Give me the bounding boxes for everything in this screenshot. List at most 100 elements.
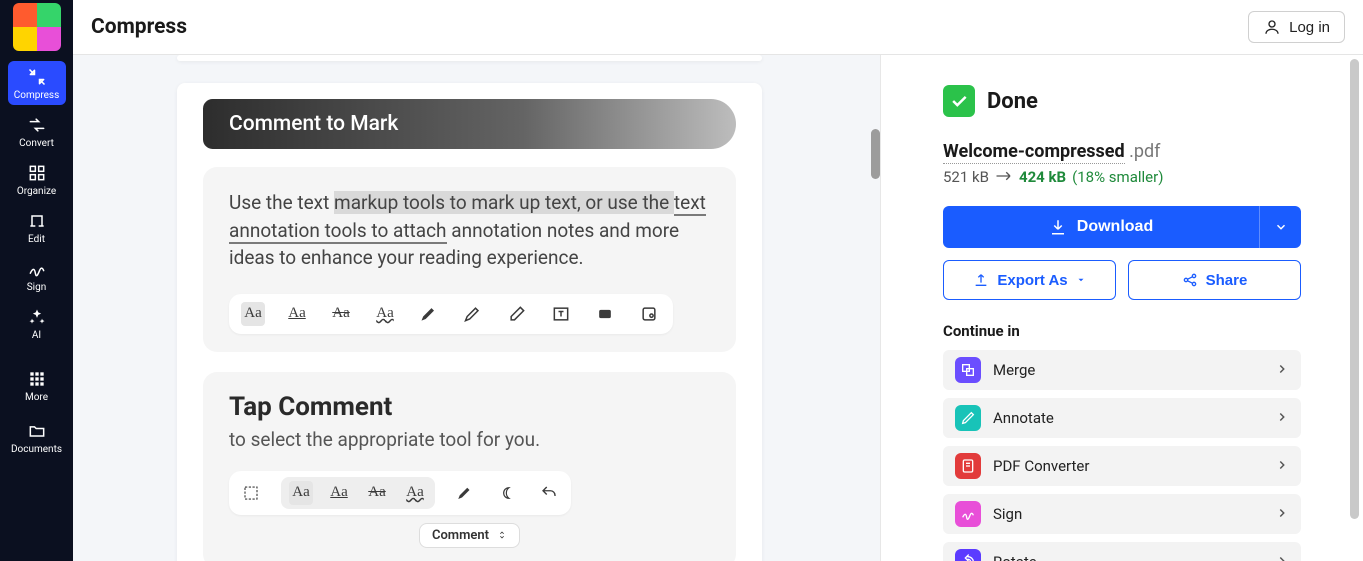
sidebar-item-sign[interactable]: Sign [8,253,66,297]
continue-item-sign[interactable]: Sign [943,494,1301,534]
download-icon [1049,218,1067,236]
chevron-down-icon [1274,220,1288,234]
download-label: Download [1077,218,1153,236]
done-label: Done [987,89,1038,114]
continue-label: PDF Converter [993,457,1263,475]
tap-comment-card: Tap Comment to select the appropriate to… [203,372,736,561]
rotate-icon [955,549,981,561]
preview-body-text: Use the text markup tools to mark up tex… [229,189,710,272]
stamp-tool-icon[interactable] [637,302,661,326]
continue-label: Annotate [993,409,1263,427]
page-title: Compress [91,15,187,39]
strikethrough-tool-icon[interactable]: Aa [365,481,389,505]
continue-item-pdf-converter[interactable]: PDF Converter [943,446,1301,486]
sidebar-item-label: Sign [27,282,47,293]
strikethrough-tool-icon[interactable]: Aa [329,302,353,326]
highlight-tool-icon[interactable]: Aa [241,302,265,326]
preview-page: Comment to Mark Use the text markup tool… [177,83,762,561]
compress-icon [27,67,47,87]
share-icon [1182,272,1198,288]
share-label: Share [1206,272,1248,289]
marker-tool-icon[interactable] [417,302,441,326]
preview-pane: Comment to Mark Use the text markup tool… [73,55,880,561]
chevron-right-icon [1275,505,1289,524]
sidebar-item-label: Convert [19,138,54,149]
tap-title: Tap Comment [229,392,710,422]
sidebar-item-edit[interactable]: Edit [8,205,66,249]
filename-row: Welcome-compressed .pdf [943,141,1301,162]
marker-tool-icon[interactable] [453,481,477,505]
caret-down-icon [1076,275,1086,285]
more-icon [27,369,47,389]
marker2-tool-icon[interactable] [461,302,485,326]
markup-toolbar: Aa Aa Aa Aa [229,294,673,334]
new-size: 424 kB [1019,168,1066,186]
done-row: Done [943,85,1301,117]
app-logo[interactable] [13,3,61,51]
file-ext: .pdf [1129,141,1160,162]
sign-icon [27,259,47,279]
export-icon [973,272,989,288]
download-caret-button[interactable] [1259,206,1301,248]
sidebar-item-label: Documents [11,444,62,455]
preview-section-header: Comment to Mark [203,99,736,149]
sign-tool-icon [955,501,981,527]
filename[interactable]: Welcome-compressed [943,141,1125,164]
continue-item-annotate[interactable]: Annotate [943,398,1301,438]
undo-tool-icon[interactable] [537,481,561,505]
note-tool-icon[interactable] [593,302,617,326]
sidebar-item-documents[interactable]: Documents [8,415,66,459]
sidebar-item-label: AI [32,330,41,341]
tap-toolbar: Aa Aa Aa Aa [229,471,571,515]
squiggly-tool-icon[interactable]: Aa [373,302,397,326]
highlight-tool-icon[interactable]: Aa [289,481,313,505]
highlighted-text: markup tools to mark up text, or use the [334,191,674,214]
comment-dropdown[interactable]: Comment [419,523,520,548]
preview-scrollbar[interactable] [871,129,880,179]
result-scrollbar[interactable] [1350,59,1359,519]
textbox-tool-icon[interactable] [549,302,573,326]
preview-page-top-sliver [177,55,762,61]
sidebar-item-ai[interactable]: AI [8,301,66,345]
arrow-icon [995,168,1013,186]
sizes-row: 521 kB 424 kB (18% smaller) [943,168,1301,186]
sidebar-item-label: Edit [28,234,45,245]
pdf-converter-icon [955,453,981,479]
squiggly-tool-icon[interactable]: Aa [403,481,427,505]
sidebar-item-label: Compress [14,90,60,101]
export-label: Export As [997,272,1067,289]
moon-tool-icon[interactable] [495,481,519,505]
select-tool-icon[interactable] [239,481,263,505]
documents-icon [27,421,47,441]
preview-section-title: Comment to Mark [229,112,398,136]
eraser-tool-icon[interactable] [505,302,529,326]
chevron-right-icon [1275,361,1289,380]
updown-icon [497,530,507,540]
convert-icon [27,115,47,135]
user-icon [1263,18,1281,36]
edit-icon [27,211,47,231]
login-button[interactable]: Log in [1248,11,1345,43]
sidebar-item-compress[interactable]: Compress [8,61,66,105]
chevron-right-icon [1275,409,1289,428]
underline-tool-icon[interactable]: Aa [327,481,351,505]
chevron-right-icon [1275,457,1289,476]
share-button[interactable]: Share [1128,260,1301,300]
preview-body-card: Use the text markup tools to mark up tex… [203,167,736,352]
sidebar-item-more[interactable]: More [8,363,66,407]
comment-label: Comment [432,528,489,543]
sidebar-item-organize[interactable]: Organize [8,157,66,201]
download-button[interactable]: Download [943,206,1259,248]
tap-subtitle: to select the appropriate tool for you. [229,428,710,451]
organize-icon [27,163,47,183]
continue-item-merge[interactable]: Merge [943,350,1301,390]
continue-label: Sign [993,505,1263,523]
merge-icon [955,357,981,383]
export-as-button[interactable]: Export As [943,260,1116,300]
underline-tool-icon[interactable]: Aa [285,302,309,326]
sidebar-item-convert[interactable]: Convert [8,109,66,153]
continue-item-rotate[interactable]: Rotate [943,542,1301,561]
original-size: 521 kB [943,168,989,186]
ai-icon [27,307,47,327]
percent-smaller: (18% smaller) [1072,168,1163,186]
